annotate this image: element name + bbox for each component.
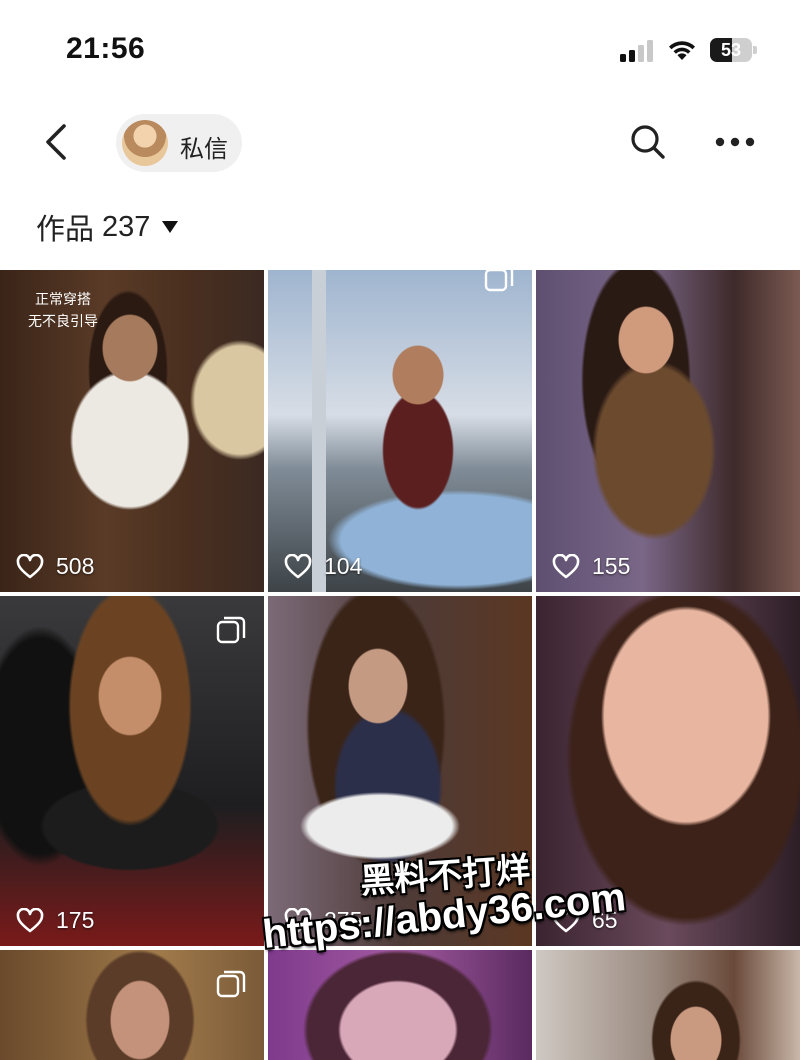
- multi-image-icon: [216, 970, 246, 998]
- back-arrow-icon[interactable]: [38, 120, 78, 164]
- dm-label: 私信: [180, 136, 228, 163]
- status-bar: 21:56 53: [0, 0, 800, 100]
- heart-icon: [552, 553, 580, 578]
- thumbnail-caption: 正常穿搭 无不良引导: [28, 291, 98, 329]
- heart-icon: [284, 907, 312, 932]
- status-time: 21:56: [66, 32, 146, 65]
- video-tile[interactable]: 155: [536, 270, 800, 592]
- video-tile[interactable]: [0, 950, 264, 1060]
- video-tile[interactable]: [536, 950, 800, 1060]
- thumbnail-image: [536, 950, 800, 1060]
- video-tile[interactable]: [268, 950, 532, 1060]
- works-grid: 正常穿搭 无不良引导 508 104 155 175 275 65: [0, 270, 800, 1060]
- video-tile[interactable]: 175: [0, 596, 264, 946]
- thumbnail-image: [0, 950, 264, 1060]
- thumbnail-image: [0, 596, 264, 946]
- thumbnail-image: [536, 596, 800, 946]
- heart-icon: [16, 553, 44, 578]
- heart-icon: [284, 553, 312, 578]
- like-counter: 275: [284, 907, 362, 934]
- thumbnail-image: [268, 950, 532, 1060]
- thumbnail-image: [536, 270, 800, 592]
- like-counter: 175: [16, 907, 94, 934]
- works-count: 237: [102, 210, 151, 243]
- like-count: 65: [592, 907, 618, 933]
- like-count: 104: [324, 553, 363, 579]
- like-counter: 104: [284, 553, 362, 580]
- battery-icon: 53: [710, 38, 758, 62]
- video-tile[interactable]: 275: [268, 596, 532, 946]
- video-tile[interactable]: 65: [536, 596, 800, 946]
- multi-image-icon: [484, 270, 514, 292]
- like-count: 508: [56, 553, 95, 579]
- heart-icon: [552, 907, 580, 932]
- like-counter: 65: [552, 907, 618, 934]
- caret-down-icon: [162, 221, 179, 233]
- more-icon[interactable]: [712, 124, 758, 160]
- like-count: 155: [592, 553, 631, 579]
- like-count: 175: [56, 907, 95, 933]
- multi-image-icon: [216, 616, 246, 644]
- video-tile[interactable]: 104: [268, 270, 532, 592]
- signal-icon: [620, 40, 653, 62]
- thumbnail-image: [268, 270, 532, 592]
- works-filter[interactable]: 作品 237: [36, 206, 179, 250]
- battery-level: 53: [720, 40, 742, 60]
- nav-bar: 私信: [0, 110, 800, 174]
- like-counter: 508: [16, 553, 94, 580]
- like-count: 275: [324, 907, 363, 933]
- video-tile[interactable]: 正常穿搭 无不良引导 508: [0, 270, 264, 592]
- dm-button[interactable]: 私信: [116, 114, 242, 172]
- wifi-icon: [669, 41, 695, 60]
- avatar: [122, 120, 168, 166]
- like-counter: 155: [552, 553, 630, 580]
- works-label: 作品: [36, 214, 95, 246]
- thumbnail-image: [268, 596, 532, 946]
- heart-icon: [16, 907, 44, 932]
- search-icon[interactable]: [628, 122, 668, 162]
